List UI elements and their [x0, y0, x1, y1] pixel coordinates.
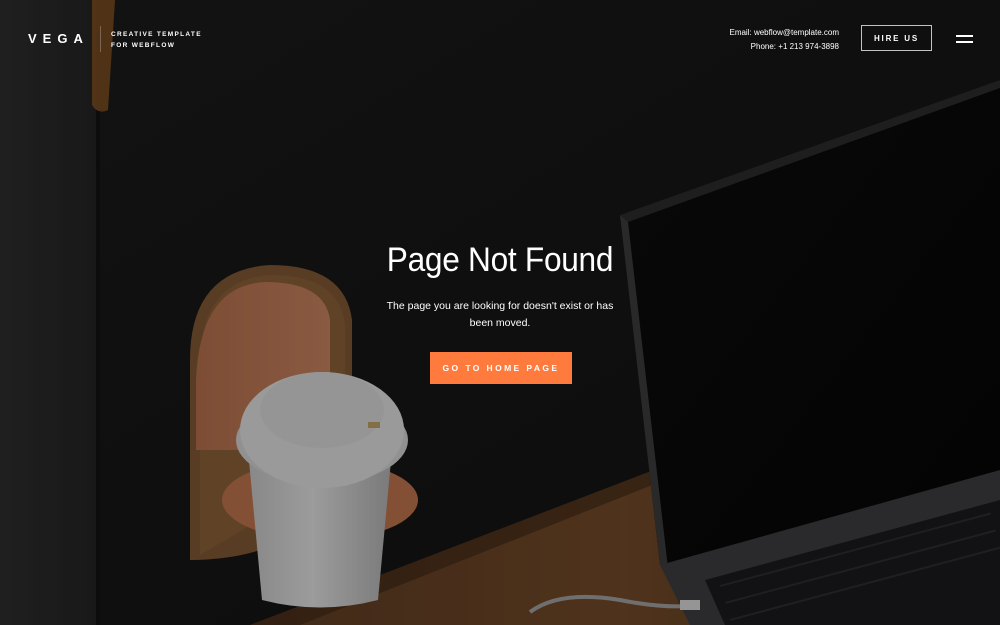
site-header: VEGA CREATIVE TEMPLATE FOR WEBFLOW Email… — [0, 0, 1000, 80]
menu-line — [956, 35, 973, 37]
contact-info: Email: webflow@template.com Phone: +1 21… — [729, 26, 839, 54]
error-message: The page you are looking for doesn't exi… — [386, 300, 614, 329]
email-link[interactable]: webflow@template.com — [754, 28, 839, 37]
logo-divider — [100, 26, 101, 52]
page-title: Page Not Found — [386, 241, 614, 279]
logo[interactable]: VEGA — [28, 31, 89, 46]
tagline: CREATIVE TEMPLATE FOR WEBFLOW — [111, 29, 202, 51]
menu-line — [956, 41, 973, 43]
main-content: Page Not Found The page you are looking … — [0, 0, 1000, 625]
phone-link[interactable]: +1 213 974-3898 — [778, 42, 839, 51]
hamburger-menu-icon[interactable] — [956, 34, 973, 44]
page-container: VEGA CREATIVE TEMPLATE FOR WEBFLOW Email… — [0, 0, 1000, 625]
hire-us-button[interactable]: HIRE US — [861, 25, 932, 51]
tagline-line-2: FOR WEBFLOW — [111, 42, 176, 49]
email-label: Email: — [729, 28, 752, 37]
tagline-line-1: CREATIVE TEMPLATE — [111, 31, 202, 38]
phone-row: Phone: +1 213 974-3898 — [729, 40, 839, 54]
email-row: Email: webflow@template.com — [729, 26, 839, 40]
phone-label: Phone: — [750, 42, 777, 51]
go-to-home-button[interactable]: GO TO HOME PAGE — [430, 352, 572, 384]
